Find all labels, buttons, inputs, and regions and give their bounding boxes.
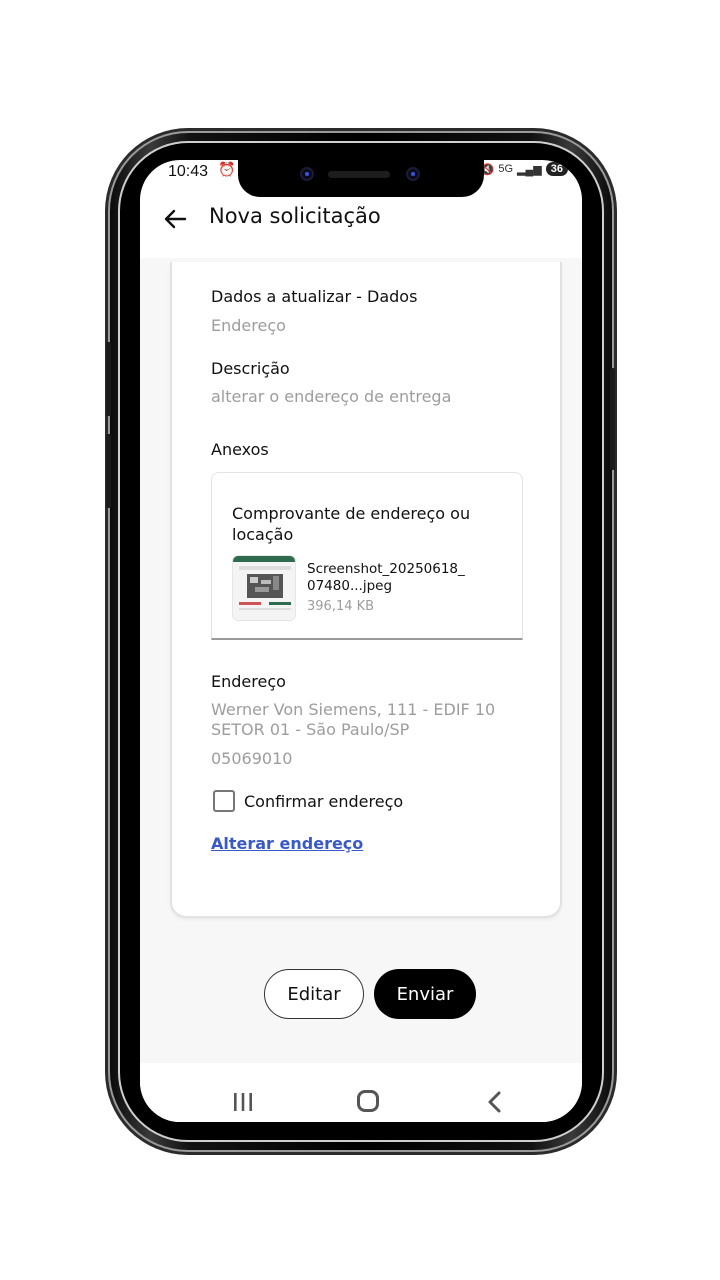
phone-screen: 10:43 ⏰ 🔇 5G ▂▄▆ 36 Nova solicitação Dad… [140, 160, 582, 1122]
speaker-grille [328, 171, 390, 178]
endereco-label: Endereço [211, 672, 286, 691]
power-button [610, 368, 615, 470]
recent-apps-icon[interactable] [232, 1092, 254, 1112]
attachment-file-name: Screenshot_20250618_ 07480...jpeg [307, 561, 465, 594]
alarm-icon: ⏰ [218, 162, 236, 178]
status-icons: 🔇 5G ▂▄▆ 36 [481, 162, 568, 176]
camera-notch [238, 160, 484, 197]
system-nav-bar [140, 1068, 582, 1122]
home-icon[interactable] [357, 1090, 379, 1112]
send-button[interactable]: Enviar [374, 969, 476, 1019]
screenshot-preview-icon [233, 556, 295, 620]
signal-icon: ▂▄▆ [517, 163, 542, 176]
back-arrow-icon[interactable] [160, 204, 190, 234]
endereco-value: Werner Von Siemens, 111 - EDIF 10 SETOR … [211, 700, 496, 739]
sensor-icon [300, 167, 314, 181]
page-title: Nova solicitação [209, 204, 381, 228]
front-camera-icon [406, 167, 420, 181]
battery-level: 36 [545, 162, 568, 176]
volume-up-button [106, 342, 111, 416]
confirm-address-label[interactable]: Confirmar endereço [244, 792, 403, 811]
request-summary-card: Dados a atualizar - Dados Endereço Descr… [170, 262, 562, 918]
attachment-thumbnail[interactable] [232, 555, 296, 621]
anexos-label: Anexos [211, 440, 269, 459]
change-address-link[interactable]: Alterar endereço [211, 834, 363, 853]
dados-value: Endereço [211, 316, 286, 335]
descricao-value: alterar o endereço de entrega [211, 387, 452, 406]
app-bar: Nova solicitação [140, 198, 582, 260]
network-type: 5G [498, 163, 514, 175]
attachment-card[interactable]: Comprovante de endereço ou locação Scree… [211, 472, 523, 640]
attachment-title: Comprovante de endereço ou locação [232, 504, 471, 544]
nav-back-icon[interactable] [484, 1090, 506, 1114]
volume-down-button [106, 434, 111, 508]
confirm-address-checkbox[interactable] [213, 790, 235, 812]
status-time: 10:43 [168, 163, 209, 180]
descricao-label: Descrição [211, 359, 290, 378]
cep-value: 05069010 [211, 749, 293, 768]
dados-label: Dados a atualizar - Dados [211, 287, 418, 306]
attachment-file-size: 396,14 KB [307, 599, 375, 614]
edit-button[interactable]: Editar [264, 969, 364, 1019]
